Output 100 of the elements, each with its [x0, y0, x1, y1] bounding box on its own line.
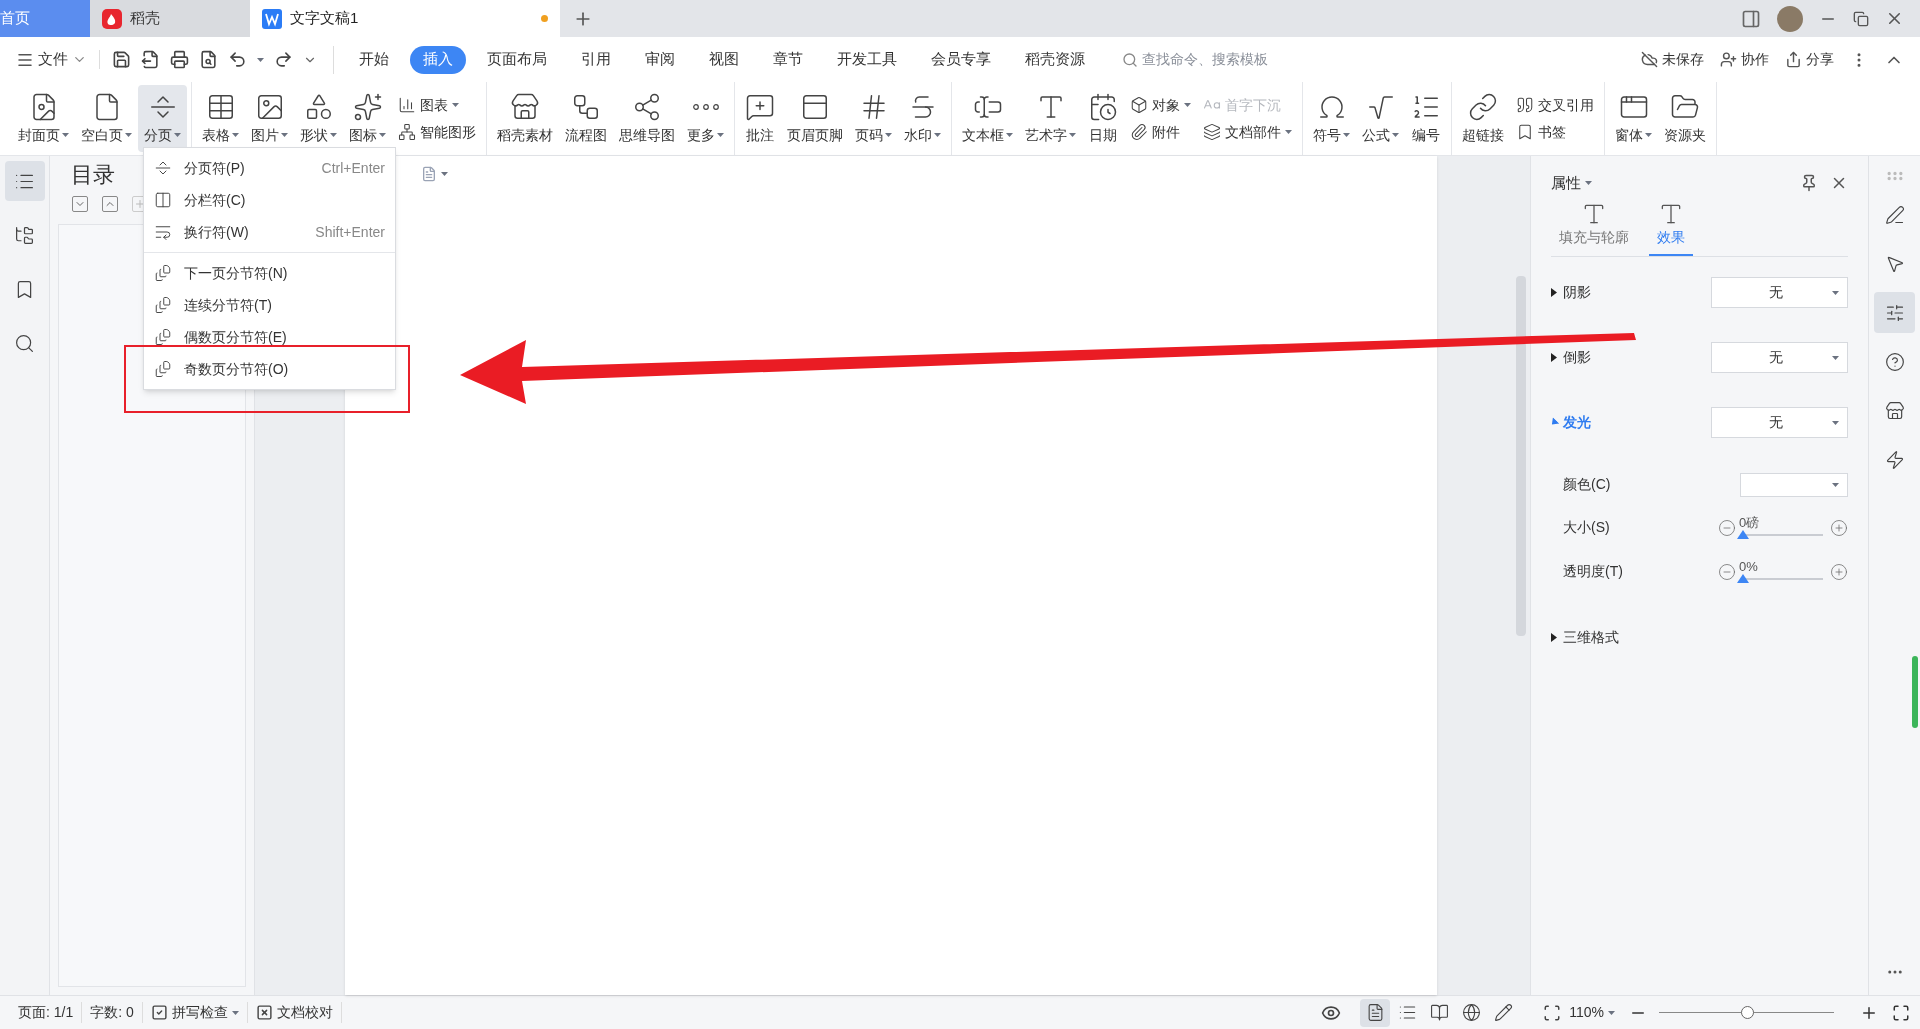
scrollbar[interactable]: [1516, 276, 1526, 636]
ribbon-button[interactable]: 思维导图: [613, 85, 681, 152]
menu-item[interactable]: 下一页分节符(N): [144, 257, 395, 289]
export-icon[interactable]: [141, 50, 160, 69]
menu-tab[interactable]: 开始: [346, 45, 402, 74]
ribbon-small-button[interactable]: 图表: [398, 94, 476, 116]
ribbon-small-button[interactable]: 附件: [1130, 121, 1191, 143]
ribbon-button[interactable]: 图片: [245, 85, 294, 152]
ribbon-button[interactable]: 艺术字: [1019, 85, 1082, 152]
menu-tab[interactable]: 引用: [568, 45, 624, 74]
window-tab[interactable]: 文字文稿1: [250, 0, 560, 37]
menu-item[interactable]: 分页符(P) Ctrl+Enter: [144, 152, 395, 184]
ribbon-button[interactable]: 超链接: [1456, 85, 1510, 152]
menu-item[interactable]: 奇数页分节符(O): [144, 353, 395, 385]
ribbon-small-button[interactable]: 文档部件: [1203, 121, 1292, 143]
ribbon-button[interactable]: 符号: [1307, 85, 1356, 152]
save-icon[interactable]: [112, 50, 131, 69]
ribbon-button[interactable]: 分页: [138, 85, 187, 152]
ribbon-button[interactable]: 窗体: [1609, 85, 1658, 152]
redo-icon[interactable]: [274, 50, 293, 69]
header-action[interactable]: 协作: [1741, 49, 1769, 70]
sidebar-tab[interactable]: [4, 161, 45, 201]
layout-icon[interactable]: [1741, 8, 1761, 29]
share-icon[interactable]: [1785, 51, 1802, 68]
slider-thumb[interactable]: [1737, 529, 1749, 539]
ribbon-button[interactable]: 编号: [1405, 85, 1447, 152]
panel-tab[interactable]: 填充与轮廓: [1551, 200, 1637, 256]
file-menu[interactable]: 文件: [38, 48, 68, 71]
effect-dropdown[interactable]: 无: [1711, 342, 1848, 373]
menu-tab[interactable]: 开发工具: [824, 45, 910, 74]
ribbon-button[interactable]: 稻壳素材: [491, 85, 559, 152]
menu-tab[interactable]: 章节: [760, 45, 816, 74]
panel-title[interactable]: 属性: [1551, 172, 1592, 195]
decrease-icon[interactable]: [1718, 562, 1736, 581]
ribbon-button[interactable]: 页眉页脚: [781, 85, 849, 152]
search-icon[interactable]: [1122, 51, 1138, 68]
zoom-thumb[interactable]: [1740, 1005, 1754, 1019]
ribbon-button[interactable]: 文本框: [956, 85, 1019, 152]
increase-icon[interactable]: [1830, 518, 1848, 537]
ribbon-small-button[interactable]: 交叉引用: [1516, 94, 1594, 116]
ribbon-small-button[interactable]: 对象: [1130, 94, 1191, 116]
proofread-button[interactable]: 文档校对: [276, 1002, 333, 1023]
menu-tab[interactable]: 稻壳资源: [1012, 45, 1098, 74]
section-toggle[interactable]: 倒影: [1551, 347, 1591, 368]
ribbon-button[interactable]: 批注: [739, 85, 781, 152]
preview-icon[interactable]: [199, 50, 218, 69]
decrease-icon[interactable]: [1718, 518, 1736, 537]
ribbon-button[interactable]: 日期: [1082, 85, 1124, 152]
undo-icon[interactable]: [228, 50, 247, 69]
menu-tab[interactable]: 审阅: [632, 45, 688, 74]
spell-check-button[interactable]: 拼写检查: [171, 1002, 228, 1023]
menu-item[interactable]: 偶数页分节符(E): [144, 321, 395, 353]
menu-tab[interactable]: 会员专享: [918, 45, 1004, 74]
menu-item[interactable]: 分栏符(C): [144, 184, 395, 216]
ribbon-small-button[interactable]: 智能图形: [398, 121, 476, 143]
section-toggle[interactable]: 三维格式: [1551, 627, 1619, 648]
section-toggle[interactable]: 发光: [1551, 412, 1591, 433]
user-plus-icon[interactable]: [1720, 51, 1737, 68]
ribbon-button[interactable]: 图标: [343, 85, 392, 152]
ribbon-button[interactable]: 水印: [898, 85, 947, 152]
ribbon-small-button[interactable]: 书签: [1516, 121, 1594, 143]
menu-item[interactable]: 连续分节符(T): [144, 289, 395, 321]
caret-icon: [452, 103, 459, 107]
section-toggle[interactable]: 阴影: [1551, 282, 1591, 303]
fit-page-icon[interactable]: [1543, 1003, 1562, 1022]
panel-tab[interactable]: 效果: [1649, 200, 1693, 256]
menu-tab[interactable]: 插入: [410, 45, 466, 74]
side-tool-button[interactable]: [1874, 292, 1915, 333]
outline-button[interactable]: [72, 196, 88, 212]
menu-tab[interactable]: 视图: [696, 45, 752, 74]
color-dropdown[interactable]: [1740, 472, 1848, 497]
header-action[interactable]: 未保存: [1662, 49, 1704, 70]
ribbon-button[interactable]: 表格: [196, 85, 245, 152]
user-avatar[interactable]: [1777, 5, 1803, 32]
menu-tab[interactable]: 页面布局: [474, 45, 560, 74]
pin-icon[interactable]: [1800, 174, 1818, 193]
proofread-icon[interactable]: [255, 1004, 273, 1021]
outline-button[interactable]: [102, 196, 118, 212]
ribbon-button[interactable]: 空白页: [75, 85, 138, 152]
ribbon-button[interactable]: 更多: [681, 85, 730, 152]
ribbon-button[interactable]: 形状: [294, 85, 343, 152]
increase-icon[interactable]: [1830, 562, 1848, 581]
restore-icon[interactable]: [1853, 10, 1869, 27]
header-action[interactable]: 分享: [1806, 49, 1834, 70]
cloud-icon[interactable]: [1641, 51, 1658, 68]
ribbon-button[interactable]: 公式: [1356, 85, 1405, 152]
check-icon[interactable]: [150, 1004, 168, 1021]
zoom-dropdown[interactable]: 110%: [1569, 1002, 1615, 1023]
ribbon-button[interactable]: 资源夹: [1658, 85, 1712, 152]
window-tab[interactable]: 稻壳: [90, 0, 250, 37]
ribbon-button[interactable]: 流程图: [559, 85, 613, 152]
ribbon-button[interactable]: 页码: [849, 85, 898, 152]
ribbon-button[interactable]: 封面页: [12, 85, 75, 152]
effect-dropdown[interactable]: 无: [1711, 277, 1848, 308]
fullscreen-icon[interactable]: [1892, 1003, 1910, 1022]
print-icon[interactable]: [170, 50, 189, 69]
slider-thumb[interactable]: [1737, 573, 1749, 583]
effect-dropdown[interactable]: 无: [1711, 407, 1848, 438]
menu-item[interactable]: 换行符(W) Shift+Enter: [144, 216, 395, 248]
view-button[interactable]: [1360, 998, 1391, 1027]
